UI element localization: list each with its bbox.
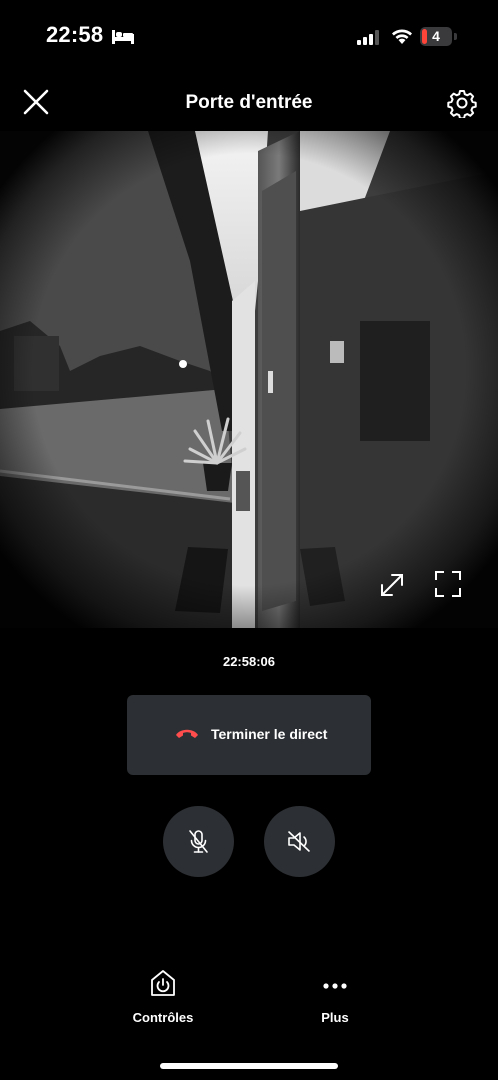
gear-icon[interactable] — [447, 88, 477, 118]
wifi-icon — [392, 29, 412, 44]
battery-level: 4 — [432, 28, 440, 44]
home-indicator[interactable] — [160, 1063, 338, 1069]
page-title: Porte d'entrée — [185, 92, 313, 113]
mute-microphone-button[interactable] — [163, 806, 234, 877]
more-dots-icon — [323, 983, 347, 989]
cellular-signal-icon — [357, 30, 379, 45]
header: Porte d'entrée — [0, 76, 498, 130]
battery-indicator: 4 — [420, 27, 452, 46]
hangup-icon — [176, 729, 198, 738]
home-power-icon — [151, 970, 175, 996]
camera-image — [0, 131, 498, 628]
expand-icon[interactable] — [378, 571, 406, 599]
end-live-button[interactable]: Terminer le direct — [127, 695, 371, 775]
tab-controls-label: Contrôles — [132, 1010, 194, 1025]
mute-speaker-button[interactable] — [264, 806, 335, 877]
status-time: 22:58 — [46, 22, 104, 47]
battery-tip — [454, 33, 457, 40]
speaker-off-icon — [288, 831, 310, 852]
end-live-label: Terminer le direct — [211, 726, 328, 742]
video-timestamp: 22:58:06 — [222, 654, 276, 669]
microphone-off-icon — [189, 830, 208, 853]
tab-more-label: Plus — [321, 1010, 349, 1025]
tab-controls[interactable]: Contrôles — [103, 968, 223, 1025]
tab-more[interactable]: Plus — [275, 968, 395, 1025]
status-bar: 22:58 4 — [0, 0, 498, 70]
live-video-feed[interactable] — [0, 131, 498, 628]
fullscreen-icon[interactable] — [433, 569, 463, 599]
sleep-focus-icon — [112, 30, 134, 44]
